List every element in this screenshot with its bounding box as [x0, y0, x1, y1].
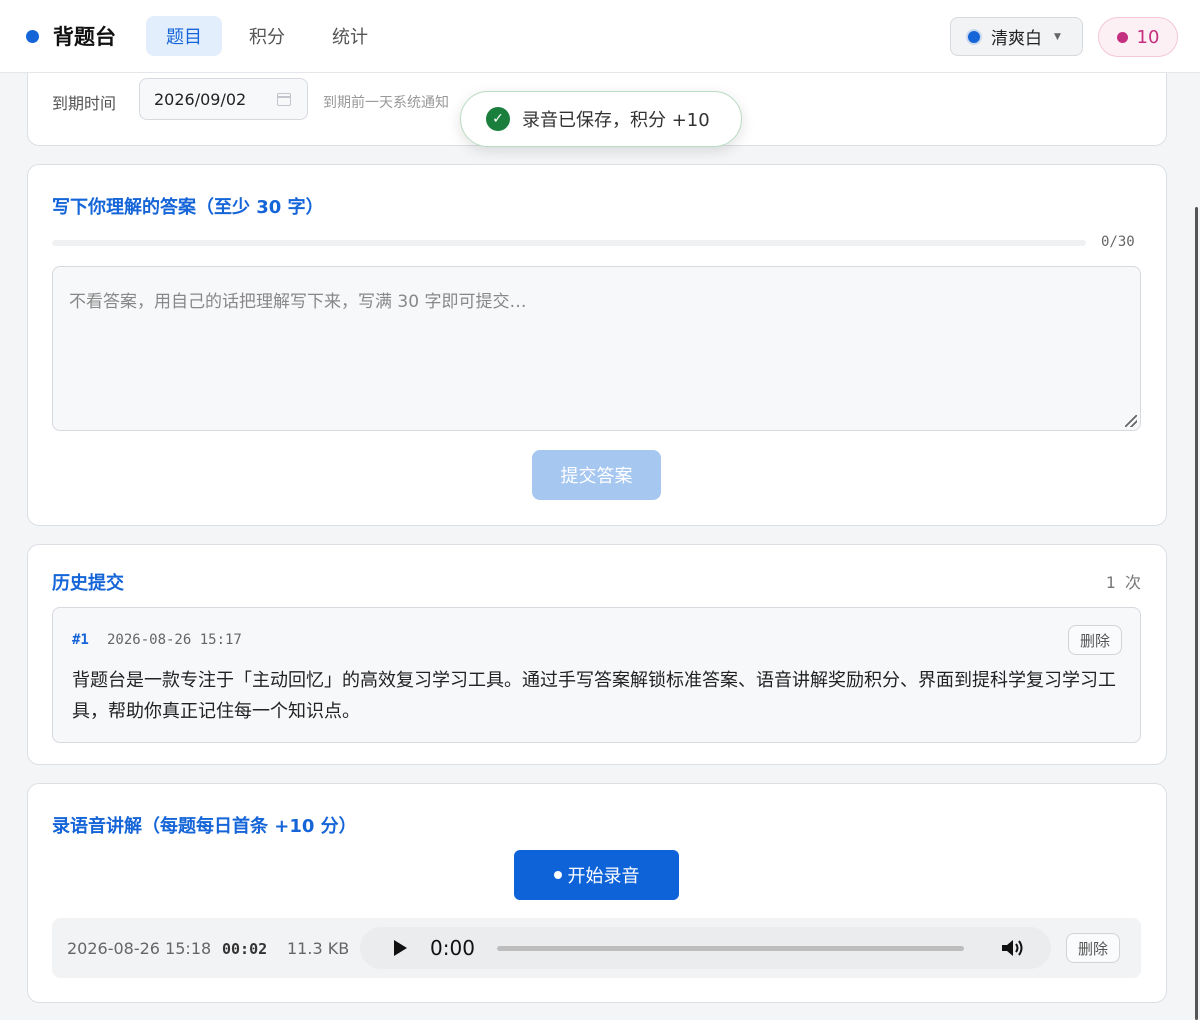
voice-title: 录语音讲解（每题每日首条 +10 分） — [52, 816, 357, 837]
submit-answer-button[interactable]: 提交答案 — [532, 450, 661, 500]
recording-time: 2026-08-26 15:18 — [67, 939, 212, 958]
start-recording-button[interactable]: 开始录音 — [514, 850, 679, 900]
tab-questions[interactable]: 题目 — [146, 16, 222, 56]
top-header: 背题台 题目 积分 统计 清爽白 ▼ 10 — [0, 0, 1200, 73]
play-icon[interactable] — [394, 940, 407, 956]
calendar-icon[interactable] — [277, 93, 291, 106]
recording-item: 2026-08-26 15:18 00:02 11.3 KB 0:00 删除 — [52, 918, 1141, 978]
success-toast: ✓ 录音已保存，积分 +10 — [460, 91, 742, 147]
recording-delete-button[interactable]: 删除 — [1066, 933, 1121, 963]
history-item: #1 2026-08-26 15:17 删除 背题台是一款专注于「主动回忆」的高… — [52, 607, 1141, 743]
theme-selected-label: 清爽白 — [991, 29, 1042, 49]
volume-icon[interactable] — [1000, 937, 1026, 959]
history-text: 背题台是一款专注于「主动回忆」的高效复习学习工具。通过手写答案解锁标准答案、语音… — [72, 670, 1116, 722]
answer-progress-bar — [52, 240, 1086, 246]
recording-size: 11.3 KB — [287, 939, 350, 958]
deadline-date-input[interactable]: 2026/09/02 — [139, 78, 308, 120]
resize-handle-icon[interactable] — [1125, 415, 1137, 427]
voice-card: 录语音讲解（每题每日首条 +10 分） 开始录音 2026-08-26 15:1… — [27, 783, 1167, 1003]
audio-player: 0:00 — [360, 927, 1051, 969]
points-badge[interactable]: 10 — [1098, 17, 1178, 57]
char-count: 0/30 — [1101, 234, 1135, 250]
main-nav: 题目 积分 统计 — [146, 16, 395, 56]
scrollbar[interactable] — [1195, 207, 1198, 1020]
history-title: 历史提交 — [52, 573, 124, 594]
tab-points[interactable]: 积分 — [229, 16, 305, 56]
theme-select[interactable]: 清爽白 ▼ — [950, 17, 1083, 56]
deadline-date-value: 2026/09/02 — [154, 89, 247, 109]
theme-color-dot-icon — [966, 28, 982, 45]
history-index: #1 — [72, 632, 89, 648]
answer-title: 写下你理解的答案（至少 30 字） — [52, 197, 324, 218]
tab-stats[interactable]: 统计 — [312, 16, 388, 56]
audio-current-time: 0:00 — [430, 936, 475, 960]
record-button-label: 开始录音 — [567, 866, 640, 887]
deadline-hint: 到期前一天系统通知 — [323, 95, 449, 111]
brand[interactable]: 背题台 — [26, 21, 116, 51]
app-name: 背题台 — [53, 25, 116, 49]
history-count: 1 次 — [1105, 573, 1141, 592]
points-dot-icon — [1116, 31, 1128, 43]
points-value: 10 — [1136, 26, 1160, 48]
history-delete-button[interactable]: 删除 — [1067, 625, 1122, 655]
history-card: 历史提交 1 次 #1 2026-08-26 15:17 删除 背题台是一款专注… — [27, 544, 1167, 765]
record-dot-icon — [553, 871, 562, 879]
brand-dot-icon — [26, 29, 39, 43]
history-time: 2026-08-26 15:17 — [107, 632, 242, 648]
audio-seek-bar[interactable] — [497, 946, 964, 951]
answer-card: 写下你理解的答案（至少 30 字） 0/30 提交答案 — [27, 164, 1167, 526]
answer-textarea[interactable] — [52, 266, 1141, 431]
recording-duration: 00:02 — [222, 940, 268, 958]
deadline-label: 到期时间 — [52, 94, 117, 113]
toast-message: 录音已保存，积分 +10 — [522, 110, 710, 131]
chevron-down-icon: ▼ — [1054, 31, 1061, 42]
check-circle-icon: ✓ — [486, 107, 510, 131]
